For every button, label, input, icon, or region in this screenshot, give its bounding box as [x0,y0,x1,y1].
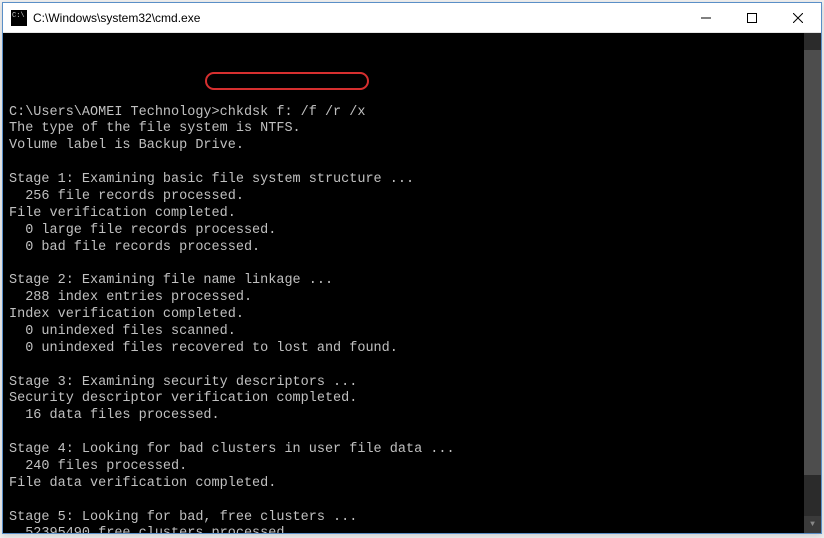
output-line: Security descriptor verification complet… [9,391,821,408]
output-line [9,425,821,442]
output-line: 240 files processed. [9,459,821,476]
scroll-down-button[interactable]: ▼ [804,516,821,533]
output-line: File verification completed. [9,206,821,223]
close-icon [793,13,803,23]
output-line: 52395490 free clusters processed. [9,526,821,533]
output-line: File data verification completed. [9,476,821,493]
minimize-button[interactable] [683,3,729,32]
terminal-area[interactable]: C:\Users\AOMEI Technology>chkdsk f: /f /… [3,33,821,533]
output-line: Stage 4: Looking for bad clusters in use… [9,442,821,459]
terminal-content: C:\Users\AOMEI Technology>chkdsk f: /f /… [9,71,821,533]
output-line: 0 unindexed files recovered to lost and … [9,341,821,358]
minimize-icon [701,13,711,23]
vertical-scrollbar[interactable]: ▲ ▼ [804,33,821,533]
output-line: Stage 2: Examining file name linkage ... [9,273,821,290]
output-line: Stage 3: Examining security descriptors … [9,375,821,392]
output-line [9,358,821,375]
output-line: 16 data files processed. [9,408,821,425]
output-line: Volume label is Backup Drive. [9,138,821,155]
output-line: 256 file records processed. [9,189,821,206]
cmd-window: C:\Windows\system32\cmd.exe C:\Users\AOM… [2,2,822,534]
output-line [9,493,821,510]
output-line: 0 large file records processed. [9,223,821,240]
close-button[interactable] [775,3,821,32]
output-line [9,155,821,172]
titlebar[interactable]: C:\Windows\system32\cmd.exe [3,3,821,33]
output-line: 0 unindexed files scanned. [9,324,821,341]
command-highlight [205,72,369,90]
output-line: Index verification completed. [9,307,821,324]
output-line: Stage 1: Examining basic file system str… [9,172,821,189]
output-line: 0 bad file records processed. [9,240,821,257]
maximize-icon [747,13,757,23]
window-title: C:\Windows\system32\cmd.exe [33,11,683,25]
terminal-output: The type of the file system is NTFS.Volu… [9,121,821,533]
prompt-text: C:\Users\AOMEI Technology> [9,105,220,120]
scroll-thumb[interactable] [804,50,821,475]
maximize-button[interactable] [729,3,775,32]
cmd-icon [11,10,27,26]
output-line: Stage 5: Looking for bad, free clusters … [9,510,821,527]
command-text: chkdsk f: /f /r /x [220,105,366,120]
output-line: 288 index entries processed. [9,290,821,307]
output-line: The type of the file system is NTFS. [9,121,821,138]
output-line [9,256,821,273]
window-controls [683,3,821,32]
